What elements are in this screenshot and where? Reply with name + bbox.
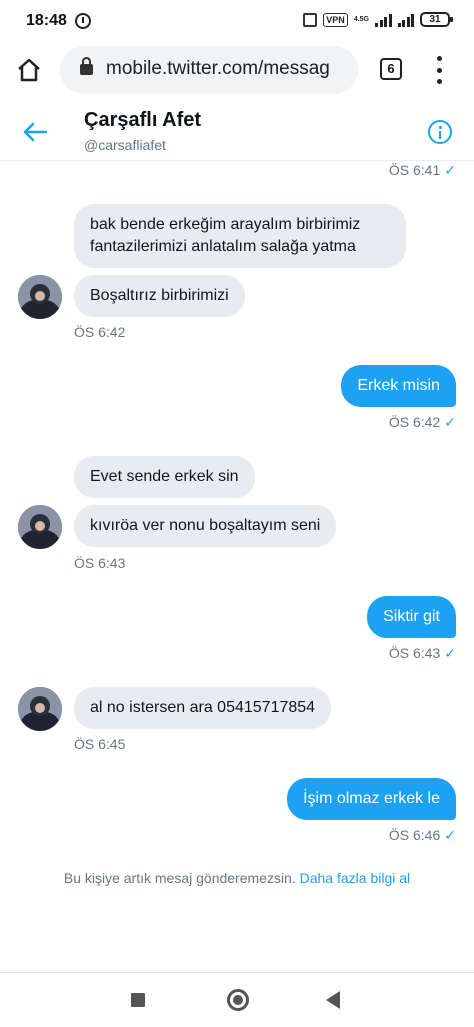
lock-icon — [80, 57, 93, 75]
tab-switcher-button[interactable]: 6 — [380, 58, 402, 80]
message-timestamp: ÖS 6:46 ✓ — [388, 827, 456, 843]
avatar[interactable] — [18, 505, 62, 549]
avatar-image — [18, 505, 62, 549]
seen-check-icon: ✓ — [444, 162, 456, 178]
avatar-image — [18, 687, 62, 731]
conversation-name: Çarşaflı Afet — [84, 109, 202, 131]
recents-icon[interactable] — [131, 993, 145, 1007]
message-timestamp: ÖS 6:43 ✓ — [388, 645, 456, 661]
conversation-handle: @carsafliafet — [84, 137, 166, 153]
address-bar[interactable]: mobile.twitter.com/messag — [60, 46, 358, 94]
incoming-message[interactable]: Boşaltırız birbirimizi — [74, 275, 245, 317]
back-nav-icon[interactable] — [326, 991, 340, 1009]
incoming-message[interactable]: kıvıröa ver nonu boşaltayım seni — [74, 505, 337, 547]
alarm-icon — [75, 13, 91, 29]
browser-toolbar: mobile.twitter.com/messag 6 — [0, 42, 474, 100]
avatar-image — [18, 275, 62, 319]
signal-icon — [375, 13, 392, 27]
seen-check-icon: ✓ — [444, 414, 456, 430]
signal-icon-2 — [397, 13, 414, 27]
avatar[interactable] — [18, 275, 62, 319]
incoming-message[interactable]: bak bende erkeğim arayalım birbirimiz fa… — [74, 204, 406, 268]
message-timestamp: ÖS 6:43 — [74, 555, 126, 571]
learn-more-link[interactable]: Daha fazla bilgi al — [300, 870, 411, 886]
seen-check-icon: ✓ — [444, 827, 456, 843]
seen-check-icon: ✓ — [444, 645, 456, 661]
incoming-message[interactable]: Evet sende erkek sin — [74, 456, 255, 498]
notice-text: Bu kişiye artık mesaj gönderemezsin. — [63, 870, 296, 886]
message-timestamp: ÖS 6:42 — [74, 324, 126, 340]
info-icon[interactable] — [428, 120, 452, 144]
more-menu-icon[interactable] — [434, 56, 444, 84]
network-type: 4.5G — [353, 16, 369, 23]
home-icon[interactable] — [16, 57, 42, 83]
message-timestamp: ÖS 6:42 ✓ — [388, 414, 456, 430]
outgoing-message[interactable]: Erkek misin — [341, 365, 456, 407]
message-timestamp: ÖS 6:41 ✓ — [388, 162, 456, 178]
outgoing-message[interactable]: Siktir git — [367, 596, 456, 638]
status-bar: 18:48 VPN 4.5G 31 — [0, 0, 474, 42]
status-time: 18:48 — [26, 12, 67, 29]
back-arrow-icon[interactable] — [20, 119, 50, 145]
cannot-message-notice: Bu kişiye artık mesaj gönderemezsin. Dah… — [0, 870, 474, 886]
conversation-header: Çarşaflı Afet @carsafliafet — [0, 103, 474, 161]
battery-icon: 31 — [420, 12, 453, 27]
vpn-badge: VPN — [323, 12, 348, 27]
home-nav-icon[interactable] — [227, 989, 249, 1011]
incoming-message[interactable]: al no istersen ara 05415717854 — [74, 687, 332, 729]
avatar[interactable] — [18, 687, 62, 731]
screen-cast-icon — [303, 12, 318, 27]
system-nav-bar — [0, 972, 474, 1027]
outgoing-message[interactable]: İşim olmaz erkek le — [287, 778, 456, 820]
url-text[interactable]: mobile.twitter.com/messag — [106, 58, 346, 80]
status-icons: VPN 4.5G 31 — [303, 12, 453, 27]
message-timestamp: ÖS 6:45 — [74, 736, 126, 752]
